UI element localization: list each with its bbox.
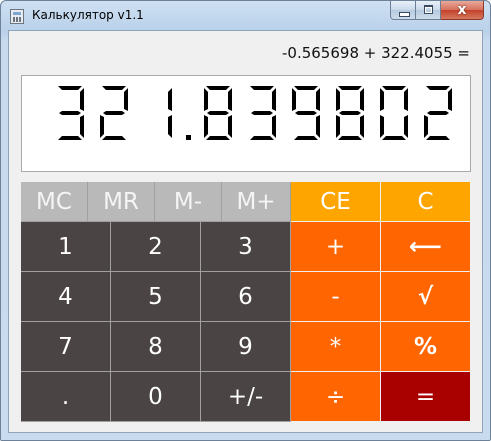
digit-8-button[interactable]: 8 bbox=[111, 322, 201, 372]
display-digit bbox=[380, 86, 408, 140]
result-value bbox=[46, 84, 458, 142]
digit-7-button[interactable]: 7 bbox=[21, 322, 111, 372]
display-digit bbox=[250, 86, 276, 140]
digit-1-button[interactable]: 1 bbox=[21, 222, 111, 272]
digit-4-button[interactable]: 4 bbox=[21, 272, 111, 322]
calculator-icon bbox=[10, 9, 24, 24]
clear-entry-button[interactable]: CE bbox=[291, 182, 381, 222]
decimal-point-button[interactable]: . bbox=[21, 372, 111, 422]
divide-button[interactable]: ÷ bbox=[291, 372, 381, 422]
close-icon: x bbox=[457, 2, 467, 18]
display-digit bbox=[292, 86, 320, 140]
digit-2-button[interactable]: 2 bbox=[111, 222, 201, 272]
memory-recall-button[interactable]: MR bbox=[88, 182, 155, 222]
plus-button[interactable]: + bbox=[291, 222, 381, 272]
display-digit bbox=[100, 86, 128, 140]
digit-0-button[interactable]: 0 bbox=[111, 372, 201, 422]
display-digit bbox=[168, 88, 172, 138]
maximize-button[interactable] bbox=[416, 1, 441, 20]
digit-5-button[interactable]: 5 bbox=[111, 272, 201, 322]
percent-button[interactable]: % bbox=[381, 322, 471, 372]
window-controls: x bbox=[390, 1, 484, 21]
expression-history: -0.565698 + 322.4055 = bbox=[282, 44, 470, 62]
memory-add-button[interactable]: M+ bbox=[222, 182, 291, 222]
keypad: MC MR M- M+ CE C 1 2 3 + ⟵ 4 5 6 - √ 7 8… bbox=[21, 182, 471, 422]
minimize-icon bbox=[399, 12, 410, 17]
result-display bbox=[21, 75, 471, 172]
sqrt-button[interactable]: √ bbox=[381, 272, 471, 322]
display-digit bbox=[336, 86, 364, 140]
title-bar[interactable]: Калькулятор v1.1 x bbox=[1, 1, 490, 31]
backspace-button[interactable]: ⟵ bbox=[381, 222, 471, 272]
display-digit bbox=[204, 86, 232, 140]
memory-subtract-button[interactable]: M- bbox=[155, 182, 222, 222]
digit-6-button[interactable]: 6 bbox=[201, 272, 291, 322]
maximize-icon bbox=[424, 5, 433, 14]
multiply-button[interactable]: * bbox=[291, 322, 381, 372]
minus-button[interactable]: - bbox=[291, 272, 381, 322]
negate-button[interactable]: +/- bbox=[201, 372, 291, 422]
digit-9-button[interactable]: 9 bbox=[201, 322, 291, 372]
display-digit bbox=[58, 86, 84, 140]
minimize-button[interactable] bbox=[390, 1, 416, 20]
equals-button[interactable]: = bbox=[381, 372, 471, 422]
close-button[interactable]: x bbox=[441, 1, 484, 20]
calculator-window: Калькулятор v1.1 x -0.565698 + 322.4055 … bbox=[0, 0, 491, 441]
window-title: Калькулятор v1.1 bbox=[32, 8, 144, 22]
calculator-body: -0.565698 + 322.4055 = MC MR M- M+ CE C … bbox=[8, 30, 483, 433]
display-digit bbox=[424, 86, 452, 140]
clear-button[interactable]: C bbox=[381, 182, 471, 222]
memory-clear-button[interactable]: MC bbox=[21, 182, 88, 222]
digit-3-button[interactable]: 3 bbox=[201, 222, 291, 272]
display-decimal-point bbox=[186, 135, 191, 140]
